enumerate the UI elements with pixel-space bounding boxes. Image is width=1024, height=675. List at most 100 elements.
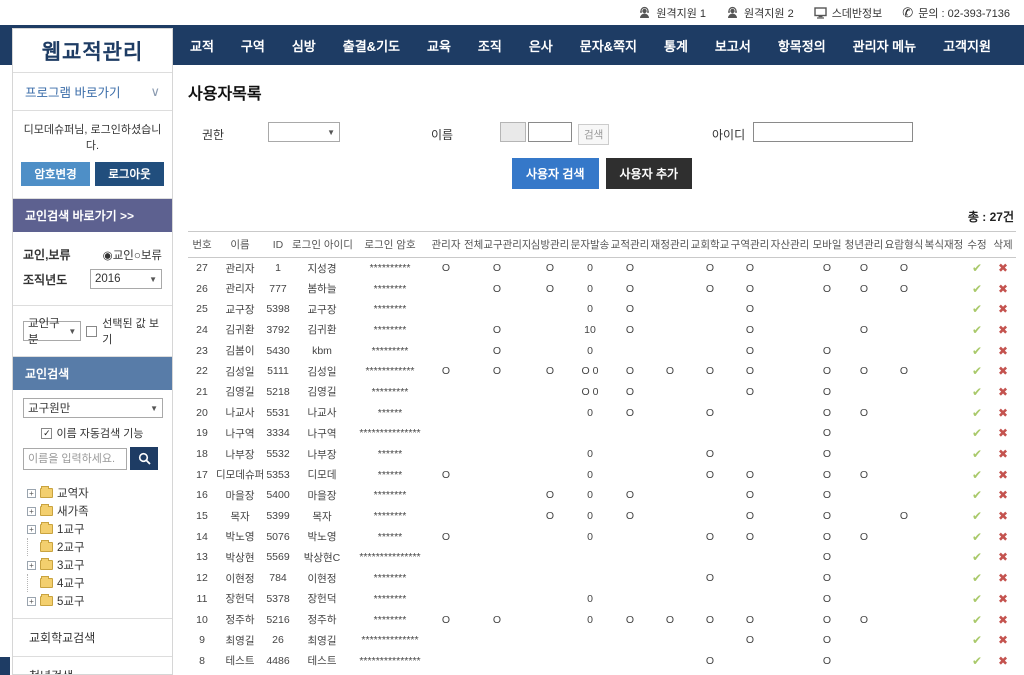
nav-item[interactable]: 출결&기도 [343,36,400,55]
topbar-item[interactable]: ✆ 문의 : 02-393-7136 [902,5,1010,21]
edit-icon[interactable]: ✔ [972,654,982,668]
delete-icon[interactable]: ✖ [998,344,1008,358]
topbar-item[interactable]: 원격지원 2 [726,5,794,21]
delete-icon[interactable]: ✖ [998,261,1008,275]
delete-icon[interactable]: ✖ [998,323,1008,337]
delete-icon[interactable]: ✖ [998,302,1008,316]
edit-icon[interactable]: ✔ [972,592,982,606]
delete-icon[interactable]: ✖ [998,592,1008,606]
table-cell: O [705,530,715,543]
tree-item[interactable]: +5교구 [27,592,172,610]
auto-search-checkbox[interactable]: ✓ [41,427,53,439]
delete-icon[interactable]: ✖ [998,468,1008,482]
delete-icon[interactable]: ✖ [998,613,1008,627]
tree-item[interactable]: +3교구 [27,556,172,574]
table-cell: 교구장 [307,303,337,316]
expand-icon[interactable]: + [27,524,36,534]
delete-icon[interactable]: ✖ [998,571,1008,585]
nav-item[interactable]: 교적 [190,36,214,55]
tree-item[interactable]: 2교구 [27,538,172,556]
expand-icon[interactable]: + [27,560,36,570]
edit-icon[interactable]: ✔ [972,323,982,337]
name-lookup-button[interactable]: 검색 [578,124,610,145]
org-year-select[interactable]: 2016 ▼ [90,269,162,289]
edit-icon[interactable]: ✔ [972,550,982,564]
delete-icon[interactable]: ✖ [998,488,1008,502]
nav-item[interactable]: 통계 [664,36,688,55]
edit-icon[interactable]: ✔ [972,406,982,420]
tree-item[interactable]: + 새가족 [27,502,172,520]
table-cell: O [625,303,635,316]
delete-icon[interactable]: ✖ [998,282,1008,296]
topbar-item[interactable]: 원격지원 1 [638,5,706,21]
user-search-button[interactable]: 사용자 검색 [511,158,599,189]
expand-icon[interactable]: + [27,488,36,498]
delete-icon[interactable]: ✖ [998,633,1008,647]
show-selected-checkbox[interactable] [86,325,98,337]
nav-item[interactable]: 관리자 메뉴 [853,36,916,55]
search-button[interactable] [130,447,158,470]
delete-icon[interactable]: ✖ [998,385,1008,399]
edit-icon[interactable]: ✔ [972,447,982,461]
edit-icon[interactable]: ✔ [972,302,982,316]
name-search-input[interactable] [23,447,127,470]
table-cell [530,402,570,423]
edit-icon[interactable]: ✔ [972,530,982,544]
radio-member[interactable]: ◉교인 [103,250,134,262]
table-cell: 10 [584,323,596,336]
delete-icon[interactable]: ✖ [998,550,1008,564]
edit-icon[interactable]: ✔ [972,385,982,399]
member-type-select[interactable]: 교인구분 ▼ [23,318,82,346]
nav-item[interactable]: 문자&쪽지 [580,36,637,55]
delete-icon[interactable]: ✖ [998,364,1008,378]
tree-item[interactable]: + 교역자 [27,484,172,502]
change-password-button[interactable]: 암호변경 [21,162,90,186]
table-cell: 마을장 [307,489,337,502]
edit-icon[interactable]: ✔ [972,509,982,523]
logout-button[interactable]: 로그아웃 [95,162,164,186]
topbar-item[interactable]: 스데반정보 [813,5,882,21]
table-header-cell: 번호 [192,239,212,251]
nav-item[interactable]: 항목정의 [778,36,826,55]
tree-item[interactable]: +1교구 [27,520,172,538]
delete-icon[interactable]: ✖ [998,426,1008,440]
expand-icon[interactable]: + [27,596,36,606]
table-cell: O [625,510,635,523]
nav-item[interactable]: 구역 [241,36,265,55]
edit-icon[interactable]: ✔ [972,613,982,627]
search-scope-select[interactable]: 교구원만 ▼ [23,398,163,418]
name-field[interactable] [528,122,572,142]
edit-icon[interactable]: ✔ [972,282,982,296]
delete-icon[interactable]: ✖ [998,406,1008,420]
delete-icon[interactable]: ✖ [998,530,1008,544]
edit-icon[interactable]: ✔ [972,488,982,502]
program-shortcut-link[interactable]: 프로그램 바로가기 ∨ [13,73,172,111]
member-search-shortcut[interactable]: 교인검색 바로가기 >> [13,199,172,232]
edit-icon[interactable]: ✔ [972,344,982,358]
edit-icon[interactable]: ✔ [972,426,982,440]
name-code-field[interactable] [500,122,526,142]
tree-item[interactable]: 4교구 [27,574,172,592]
nav-item[interactable]: 조직 [478,36,502,55]
edit-icon[interactable]: ✔ [972,571,982,585]
sidebar-accordion-item[interactable]: 교회학교검색 [13,619,172,657]
expand-icon[interactable]: + [27,506,36,516]
sidebar-accordion-item[interactable]: 청년검색 [13,657,172,674]
edit-icon[interactable]: ✔ [972,468,982,482]
nav-item[interactable]: 은사 [529,36,553,55]
role-select[interactable]: ▼ [268,122,340,142]
user-add-button[interactable]: 사용자 추가 [605,158,693,189]
edit-icon[interactable]: ✔ [972,261,982,275]
nav-item[interactable]: 심방 [292,36,316,55]
nav-item[interactable]: 보고서 [715,36,751,55]
edit-icon[interactable]: ✔ [972,364,982,378]
table-cell: 15 [196,510,208,523]
nav-item[interactable]: 교육 [427,36,451,55]
radio-hold[interactable]: ○보류 [134,250,162,262]
delete-icon[interactable]: ✖ [998,447,1008,461]
nav-item[interactable]: 고객지원 [943,36,991,55]
delete-icon[interactable]: ✖ [998,654,1008,668]
edit-icon[interactable]: ✔ [972,633,982,647]
login-id-field[interactable] [753,122,913,142]
delete-icon[interactable]: ✖ [998,509,1008,523]
